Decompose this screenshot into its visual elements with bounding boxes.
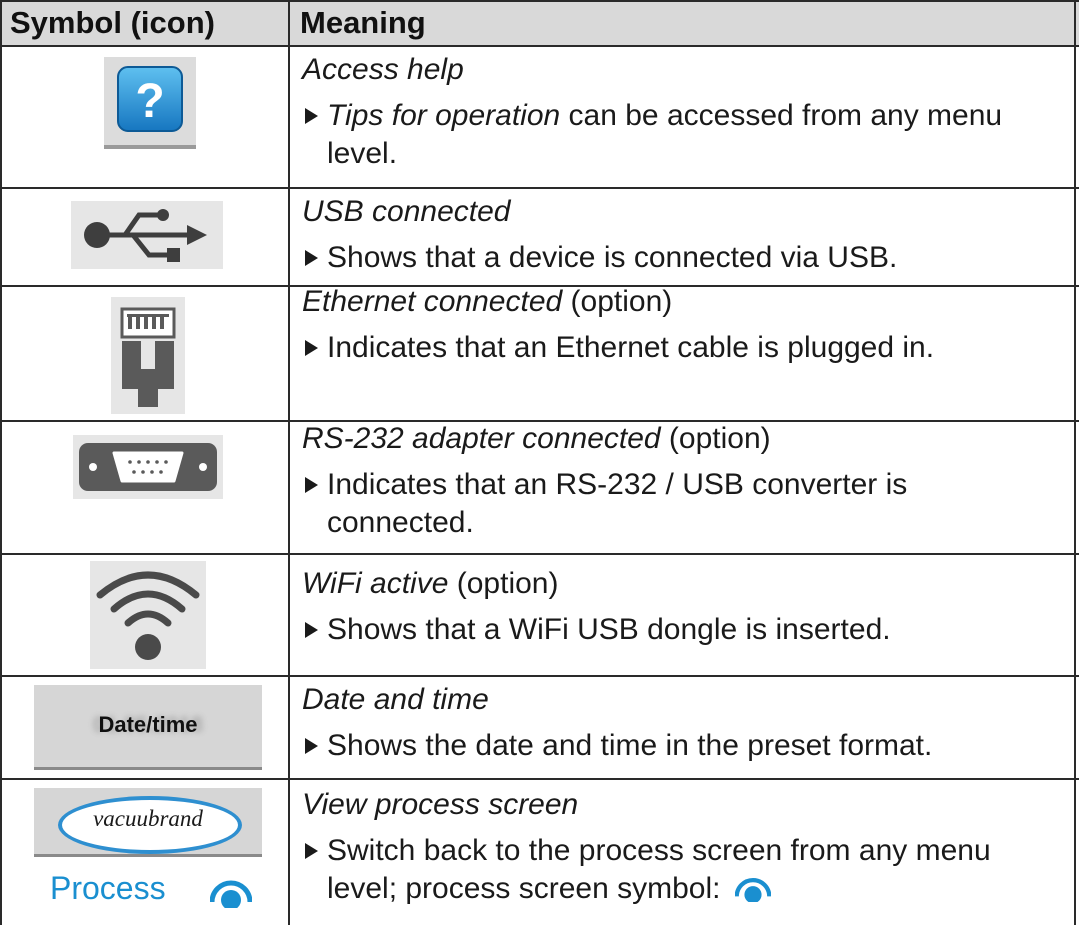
entry-description: Shows that a WiFi USB dongle is inserted… (302, 611, 1062, 649)
meaning-cell: View process screen Switch back to the p… (302, 786, 1062, 908)
usb-icon (71, 201, 223, 269)
entry-title-text: WiFi active (302, 567, 449, 600)
help-question-icon: ? (104, 57, 196, 149)
meaning-cell: USB connected Shows that a device is con… (302, 193, 1062, 277)
date-time-icon: 01.05.2018 Date/time (34, 685, 262, 770)
entry-description: Switch back to the process screen from a… (302, 832, 1062, 908)
entry-title: WiFi active (option) (302, 565, 1062, 603)
entry-title: Access help (302, 53, 464, 86)
ethernet-icon (111, 297, 185, 414)
entry-title: USB connected (302, 195, 511, 228)
meaning-cell: WiFi active (option) Shows that a WiFi U… (302, 565, 1062, 649)
entry-title-text: Ethernet connected (302, 285, 563, 318)
table-row: ? Access help Tips for operation can be … (0, 47, 1079, 187)
svg-text:?: ? (135, 75, 164, 128)
wifi-icon (90, 561, 206, 669)
table-row: USB connected Shows that a device is con… (0, 189, 1079, 285)
entry-description: Shows that a device is connected via USB… (302, 239, 1062, 277)
table-border-top (0, 0, 1079, 2)
process-screen-symbol-icon (210, 880, 252, 908)
entry-title: View process screen (302, 788, 579, 821)
entry-title: Date and time (302, 683, 489, 716)
table-row: WiFi active (option) Shows that a WiFi U… (0, 555, 1079, 675)
option-note: (option) (448, 567, 559, 600)
meaning-cell: RS-232 adapter connected (option) Indica… (302, 420, 1062, 542)
process-label: Process (50, 870, 166, 906)
table-header: Symbol (icon) Meaning (0, 0, 1079, 45)
vacuubrand-logo-text: vacuubrand (93, 806, 203, 831)
process-screen-icon: vacuubrand Process (34, 788, 262, 920)
vacuubrand-logo-area: vacuubrand (34, 788, 262, 857)
entry-description: Shows the date and time in the preset fo… (302, 727, 1062, 765)
table-row: Ethernet connected (option) Indicates th… (0, 285, 1079, 420)
process-screen-symbol-icon (734, 878, 771, 902)
option-note: (option) (660, 422, 771, 455)
entry-description: Indicates that an RS-232 / USB converter… (302, 466, 1062, 542)
table-row: 01.05.2018 Date/time Date and time Shows… (0, 677, 1079, 778)
table-row: RS-232 adapter connected (option) Indica… (0, 422, 1079, 553)
date-time-label: Date/time (98, 712, 198, 737)
entry-description-emphasis: Tips for operation (327, 99, 561, 132)
rs232-connector-icon (73, 435, 223, 499)
table-row: vacuubrand Process View process screen S… (0, 780, 1079, 925)
header-symbol: Symbol (icon) (10, 5, 215, 40)
entry-title: RS-232 adapter connected (option) (302, 420, 1062, 458)
meaning-cell: Ethernet connected (option) Indicates th… (302, 283, 1062, 367)
meaning-cell: Date and time Shows the date and time in… (302, 681, 1062, 765)
entry-description: Tips for operation can be accessed from … (302, 97, 1062, 173)
header-meaning: Meaning (300, 5, 426, 40)
entry-description: Indicates that an Ethernet cable is plug… (302, 329, 1062, 367)
option-note: (option) (562, 285, 673, 318)
entry-title: Ethernet connected (option) (302, 283, 1062, 321)
meaning-cell: Access help Tips for operation can be ac… (302, 51, 1062, 173)
symbol-table: Symbol (icon) Meaning ? Access help Tips… (0, 0, 1079, 925)
entry-description-text: Switch back to the process screen from a… (327, 834, 991, 905)
entry-title-text: RS-232 adapter connected (302, 422, 661, 455)
